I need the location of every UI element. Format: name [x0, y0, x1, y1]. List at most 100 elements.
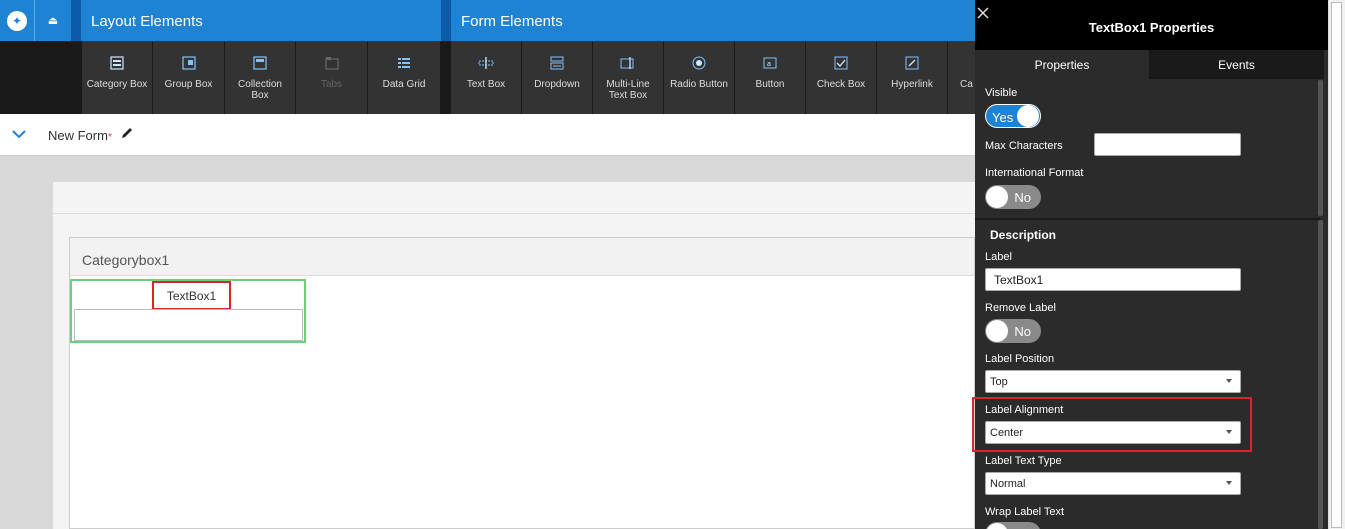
tool-label: Hyperlink — [891, 79, 933, 90]
top-bar: ✦ ⏏ Layout Elements Form Elements — [0, 0, 975, 41]
compass-icon: ✦ — [7, 10, 27, 31]
hyperlink-icon — [904, 55, 920, 71]
section-divider — [975, 218, 1320, 220]
label-label: Label — [985, 251, 1012, 263]
required-mark: * — [107, 132, 112, 143]
label-position-label: Label Position — [985, 353, 1055, 365]
tool-label: Button — [755, 79, 785, 90]
international-format-label: International Format — [985, 167, 1084, 179]
radio-button-icon — [691, 55, 707, 71]
visible-toggle[interactable]: Yes — [985, 104, 1041, 128]
tool-tabs[interactable]: Tabs — [296, 41, 368, 114]
toolbar-spacer — [0, 41, 82, 114]
caret-down-icon — [1226, 379, 1232, 383]
visible-label: Visible — [985, 87, 1018, 99]
tool-collection-box[interactable]: Collection Box — [225, 41, 296, 114]
data-grid-icon — [396, 55, 412, 71]
tab-properties[interactable]: Properties — [975, 50, 1149, 79]
international-format-toggle[interactable]: No — [985, 185, 1041, 209]
label-highlight — [152, 281, 231, 310]
category-box-icon — [109, 55, 125, 71]
form-accent — [441, 0, 451, 41]
tool-check-box[interactable]: Check Box — [806, 41, 877, 114]
collection-box-icon — [252, 55, 268, 71]
category-box-title: Categorybox1 — [82, 252, 170, 268]
label-text-type-value: Normal — [990, 478, 1026, 490]
toggle-knob — [986, 320, 1008, 342]
tool-label: Category Box — [86, 79, 148, 90]
form-elements-title: Form Elements — [461, 13, 563, 30]
window-scrollbar-thumb[interactable] — [1331, 2, 1342, 528]
tool-label: Group Box — [164, 79, 213, 90]
panel-header: TextBox1 Properties — [975, 0, 1328, 50]
tool-radio-button[interactable]: Radio Button — [664, 41, 735, 114]
international-format-toggle-text: No — [1014, 190, 1031, 205]
properties-panel: TextBox1 Properties Properties Events Vi… — [972, 0, 1328, 529]
label-text-type-label: Label Text Type — [985, 455, 1062, 467]
visible-toggle-text: Yes — [992, 110, 1014, 125]
remove-label-toggle-text: No — [1014, 324, 1031, 339]
panel-scrollbar[interactable] — [1318, 220, 1323, 529]
label-input[interactable]: TextBox1 — [985, 268, 1241, 291]
canvas-divider — [53, 213, 975, 214]
svg-text:a: a — [767, 61, 771, 68]
calendar-icon — [960, 55, 975, 71]
wrap-label-text-toggle[interactable] — [985, 522, 1041, 529]
label-text-type-select[interactable]: Normal — [985, 472, 1241, 495]
tool-label: Check Box — [816, 79, 866, 90]
pencil-icon[interactable] — [120, 126, 134, 143]
remove-label-label: Remove Label — [985, 302, 1056, 314]
tabs-icon — [324, 55, 340, 71]
caret-down-icon — [1226, 481, 1232, 485]
dropdown-icon — [549, 55, 565, 71]
tool-category-box[interactable]: Category Box — [82, 41, 153, 114]
tool-dropdown[interactable]: Dropdown — [522, 41, 593, 114]
toggle-knob — [986, 523, 1008, 529]
tool-data-grid[interactable]: Data Grid — [368, 41, 441, 114]
form-header: New Form* — [0, 114, 975, 156]
eject-icon: ⏏ — [47, 15, 59, 27]
toolbar-divider — [441, 41, 451, 114]
button-icon: a — [762, 55, 778, 71]
label-position-select[interactable]: Top — [985, 370, 1241, 393]
category-box-header: Categorybox1 — [70, 238, 974, 276]
description-section-title: Description — [990, 228, 1057, 242]
tool-button[interactable]: a Button — [735, 41, 806, 114]
tool-label: Data Grid — [382, 79, 426, 90]
tool-label: Ca — [960, 79, 973, 90]
tool-multiline-text-box[interactable]: Multi-Line Text Box — [593, 41, 664, 114]
toggle-knob — [986, 186, 1008, 208]
tool-label: Collection Box — [238, 79, 282, 101]
tool-text-box[interactable]: Text Box — [451, 41, 522, 114]
remove-label-toggle[interactable]: No — [985, 319, 1041, 343]
tool-calendar[interactable]: Ca — [948, 41, 975, 114]
tool-label: Dropdown — [534, 79, 580, 90]
tab-events[interactable]: Events — [1149, 50, 1324, 79]
text-box-icon — [478, 55, 494, 71]
check-box-icon — [833, 55, 849, 71]
panel-scrollbar-top[interactable] — [1318, 80, 1323, 216]
chevron-down-icon[interactable] — [12, 126, 26, 142]
panel-title: TextBox1 Properties — [1088, 20, 1215, 35]
multiline-text-box-icon — [620, 55, 636, 71]
wrap-label-text-label: Wrap Label Text — [985, 506, 1065, 518]
label-position-value: Top — [990, 376, 1008, 388]
tool-label: Text Box — [466, 79, 506, 90]
tool-label: Multi-Line Text Box — [606, 79, 650, 101]
form-name-text: New Form — [48, 128, 108, 143]
app-logo-button[interactable]: ✦ — [0, 0, 35, 41]
max-characters-input[interactable] — [1094, 133, 1241, 156]
element-toolbar: Category Box Group Box Collection Box Ta… — [0, 41, 975, 114]
tool-label: Tabs — [320, 79, 343, 90]
collapse-toolbar-button[interactable]: ⏏ — [36, 0, 70, 41]
layout-elements-title: Layout Elements — [91, 13, 203, 30]
tool-group-box[interactable]: Group Box — [153, 41, 225, 114]
group-box-icon — [181, 55, 197, 71]
tool-hyperlink[interactable]: Hyperlink — [877, 41, 948, 114]
tool-label: Radio Button — [670, 79, 728, 90]
form-name: New Form* — [48, 128, 112, 143]
toggle-knob — [1017, 105, 1039, 127]
layout-accent — [71, 0, 81, 41]
textbox-input[interactable] — [74, 309, 303, 341]
max-characters-label: Max Characters — [985, 140, 1063, 152]
